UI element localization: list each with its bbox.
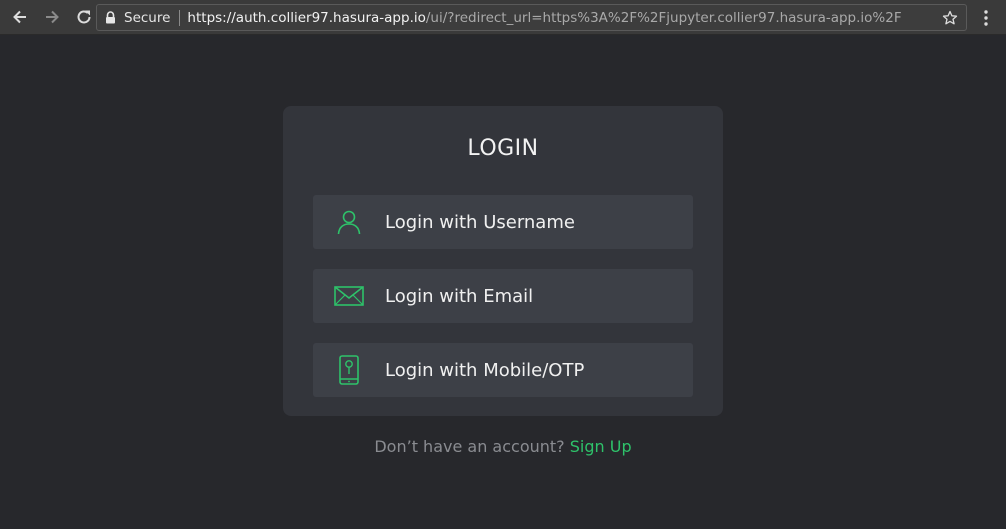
secure-label: Secure <box>124 9 171 26</box>
url-path: /ui/?redirect_url=https%3A%2F%2Fjupyter.… <box>425 9 902 26</box>
user-icon <box>313 195 385 249</box>
signup-prompt-text: Don’t have an account? <box>374 437 565 456</box>
login-username-label: Login with Username <box>385 211 575 233</box>
reload-icon <box>77 10 91 24</box>
browser-toolbar: Secure https://auth.collier97.hasura-app… <box>0 0 1006 35</box>
mobile-icon <box>313 343 385 397</box>
login-email-label: Login with Email <box>385 285 534 307</box>
page-title: LOGIN <box>467 136 539 161</box>
divider <box>179 9 181 26</box>
url-host: https://auth.collier97.hasura-app.io <box>187 9 426 26</box>
browser-menu-button[interactable] <box>975 5 997 31</box>
login-username-button[interactable]: Login with Username <box>313 195 693 249</box>
kebab-menu-icon <box>984 10 988 26</box>
arrow-right-icon <box>46 10 59 24</box>
back-button[interactable] <box>6 3 34 31</box>
login-mobile-label: Login with Mobile/OTP <box>385 359 585 381</box>
bookmark-star-button[interactable] <box>940 8 960 28</box>
reload-button[interactable] <box>70 3 98 31</box>
lock-icon <box>105 11 117 25</box>
login-card: LOGIN Login with Username Login with Ema… <box>283 106 723 416</box>
arrow-left-icon <box>13 10 26 24</box>
login-mobile-button[interactable]: Login with Mobile/OTP <box>313 343 693 397</box>
signup-link[interactable]: Sign Up <box>570 437 632 456</box>
envelope-icon <box>313 269 385 323</box>
forward-button[interactable] <box>38 3 66 31</box>
signup-prompt: Don’t have an account? Sign Up <box>0 437 1006 456</box>
address-bar[interactable]: Secure https://auth.collier97.hasura-app… <box>96 4 967 31</box>
page-content: LOGIN Login with Username Login with Ema… <box>0 36 1006 529</box>
login-email-button[interactable]: Login with Email <box>313 269 693 323</box>
star-icon <box>942 10 958 25</box>
